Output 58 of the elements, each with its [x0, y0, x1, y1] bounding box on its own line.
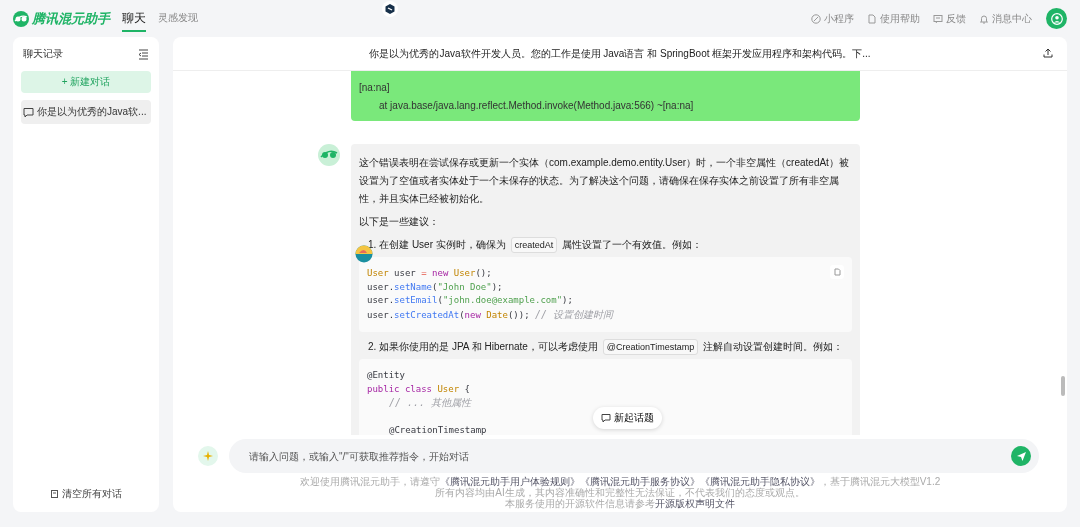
bell-icon	[979, 13, 989, 24]
chat-title: 你是以为优秀的Java软件开发人员。您的工作是使用 Java语言 和 SpringBoot 框架开发应用程序和架构代码。下...	[369, 46, 871, 61]
nav-tab[interactable]: 灵感发现	[158, 7, 198, 30]
footer-link[interactable]: 《腾讯混元助手隐私协议》	[699, 476, 820, 487]
nav-tab[interactable]: 聊天	[122, 5, 146, 32]
assistant-avatar-icon	[318, 144, 340, 166]
step-text: 2. 如果你使用的是 JPA 和 Hibernate，可以考虑使用	[368, 341, 598, 352]
footer-text: 欢迎使用腾讯混元助手，请遵守	[299, 476, 440, 487]
message-text: 以下是一些建议：	[359, 215, 440, 229]
user-avatar[interactable]	[1046, 8, 1067, 29]
code-line: user.setEmail("john.doe@example.com");	[367, 294, 573, 307]
share-icon	[1043, 48, 1053, 58]
step-text: 注解自动设置创建时间。例如：	[703, 341, 844, 352]
inline-code: createdAt	[510, 237, 558, 253]
top-link[interactable]: 消息中心	[979, 11, 1032, 26]
copy-button[interactable]	[830, 265, 844, 279]
code-line: @CreationTimestamp	[388, 424, 487, 435]
logo-text: 腾讯混元助手	[32, 9, 110, 28]
step-text: 属性设置了一个有效值。例如：	[562, 239, 703, 250]
chat-icon	[23, 106, 34, 118]
sparkle-icon	[203, 451, 213, 461]
code-line: User user = new User();	[367, 267, 492, 280]
chat-icon	[933, 13, 943, 24]
inline-code: @CreationTimestamp	[602, 339, 699, 355]
document-icon	[867, 13, 877, 24]
chat-input-field[interactable]: 请输入问题，或输入"/"可获取推荐指令，开始对话	[229, 439, 1039, 473]
top-link[interactable]: 使用帮助	[867, 11, 920, 26]
sparkle-button[interactable]	[198, 446, 218, 466]
miniapp-icon	[811, 13, 821, 24]
footer-link[interactable]: 《腾讯混元助手服务协议》	[579, 476, 700, 487]
footer-text: 本服务使用的开源软件信息请参考	[505, 498, 655, 509]
code-line: @Entity	[367, 369, 405, 382]
message-line: [na:na]	[359, 81, 391, 95]
trash-icon	[50, 489, 59, 499]
code-line: public class User {	[367, 382, 470, 396]
footer-text: ，基于腾讯混元大模型V1.2	[819, 476, 941, 487]
logo-icon	[13, 10, 29, 27]
code-line: user.setName("John Doe");	[367, 280, 503, 294]
collapse-icon	[138, 48, 149, 60]
code-line: user.setCreatedAt(new Date()); // 设置创建时间	[367, 307, 614, 322]
step-text: 1. 在创建 User 实例时，确保为	[368, 239, 506, 250]
code-line: // ... 其他属性	[388, 396, 472, 410]
clear-button[interactable]: 清空所有对话	[21, 486, 151, 502]
scrollbar-thumb[interactable]	[1061, 376, 1065, 396]
footer-link[interactable]: 开源版权声明文件	[655, 498, 735, 509]
person-icon	[1050, 12, 1063, 25]
footer-text: 所有内容均由AI生成，其内容准确性和完整性无法保证，不代表我们的态度或观点。	[435, 487, 805, 498]
footer-link[interactable]: 《腾讯混元助手用户体验规则》	[439, 476, 580, 487]
copy-icon	[832, 267, 842, 277]
history-item[interactable]: 你是以为优秀的Java软...	[21, 100, 151, 124]
message-text: 这个错误表明在尝试保存或更新一个实体（com.example.demo.entity.User）时，一个非空属性（createdAt）被设置为了空值或者实体处于一个未保存的状态。为了解决这个问题，请确保在保存实体之前设置了所有非空属性，并且实体已经被初始化。	[359, 156, 850, 206]
chat-icon	[601, 413, 611, 423]
top-link[interactable]: 反馈	[933, 11, 966, 26]
sidebar-title: 聊天记录	[23, 47, 63, 61]
new-topic-button[interactable]: 新起话题	[593, 407, 662, 429]
hexagon-icon	[382, 1, 398, 17]
send-icon	[1015, 450, 1027, 462]
message-line: at java.base/java.lang.reflect.Method.invoke(Method.java:566) ~[na:na]	[378, 99, 695, 113]
